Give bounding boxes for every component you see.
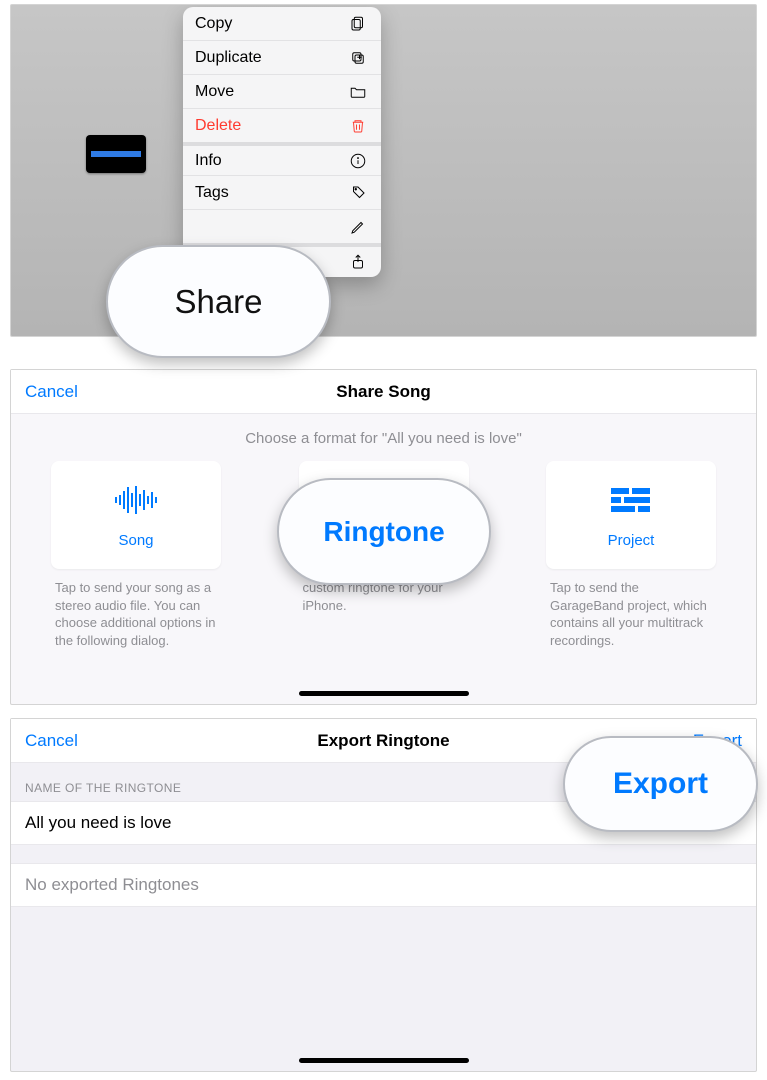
- share-icon: [349, 253, 367, 271]
- menu-rename[interactable]: [183, 210, 381, 244]
- menu-copy[interactable]: Copy: [183, 7, 381, 41]
- info-icon: [349, 152, 367, 170]
- share-option-project[interactable]: Project: [546, 461, 716, 569]
- menu-label: Duplicate: [195, 49, 262, 67]
- menu-label: Delete: [195, 117, 241, 135]
- menu-delete[interactable]: Delete: [183, 109, 381, 143]
- trash-icon: [349, 117, 367, 135]
- waveform-icon: [115, 482, 157, 518]
- card-label: Song: [118, 532, 153, 549]
- export-status: No exported Ringtones: [11, 863, 756, 907]
- card-desc: Tap to send your song as a stereo audio …: [51, 579, 221, 649]
- folder-icon: [349, 83, 367, 101]
- menu-move[interactable]: Move: [183, 75, 381, 109]
- share-title: Share Song: [11, 382, 756, 402]
- menu-info[interactable]: Info: [183, 142, 381, 176]
- cancel-button[interactable]: Cancel: [25, 382, 78, 402]
- menu-label: Info: [195, 152, 222, 170]
- share-subtitle: Choose a format for "All you need is lov…: [11, 430, 756, 447]
- share-nav-bar: Cancel Share Song: [11, 370, 756, 414]
- tag-icon: [349, 184, 367, 202]
- callout-export: Export: [563, 736, 758, 832]
- share-option-song[interactable]: Song: [51, 461, 221, 569]
- pencil-icon: [349, 218, 367, 236]
- menu-label: Copy: [195, 15, 232, 33]
- home-indicator: [299, 691, 469, 696]
- project-thumbnail[interactable]: [86, 135, 146, 173]
- card-label: Project: [608, 532, 655, 549]
- duplicate-icon: [349, 49, 367, 67]
- menu-duplicate[interactable]: Duplicate: [183, 41, 381, 75]
- menu-label: Tags: [195, 184, 229, 202]
- tracks-icon: [611, 482, 651, 518]
- callout-share: Share: [106, 245, 331, 358]
- cancel-button[interactable]: Cancel: [25, 731, 78, 751]
- callout-ringtone: Ringtone: [277, 478, 491, 585]
- menu-tags[interactable]: Tags: [183, 176, 381, 210]
- menu-label: Move: [195, 83, 234, 101]
- context-menu: Copy Duplicate Move Delete Info: [183, 7, 381, 277]
- home-indicator: [299, 1058, 469, 1063]
- copy-icon: [349, 15, 367, 33]
- card-desc: Tap to send the GarageBand project, whic…: [546, 579, 716, 649]
